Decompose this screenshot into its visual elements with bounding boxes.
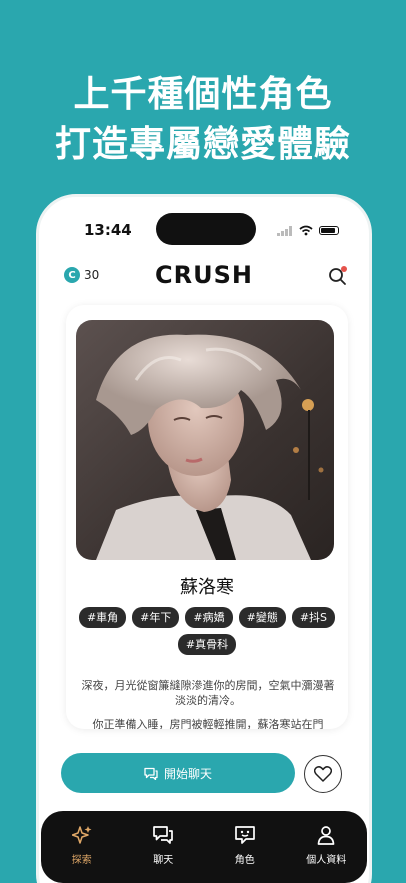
bottom-tab-bar: 探索 聊天 角色 個人資料 — [41, 811, 367, 883]
tab-profile[interactable]: 個人資料 — [296, 825, 356, 866]
tag-chip[interactable]: #年下 — [132, 607, 180, 628]
character-card[interactable]: 蘇洛寒 #車角 #年下 #病嬌 #變態 #抖S #真骨科 深夜，月光從窗簾縫隙滲… — [66, 305, 348, 729]
dynamic-island — [156, 213, 256, 245]
tab-label: 角色 — [234, 854, 255, 866]
status-icons — [277, 225, 339, 236]
status-time: 13:44 — [84, 221, 132, 239]
description-paragraph: 深夜，月光從窗簾縫隙滲進你的房間，空氣中瀰漫著淡淡的清冷。 — [81, 679, 335, 707]
promo-headline: 上千種個性角色 打造專屬戀愛體驗 — [0, 70, 406, 170]
character-description: 深夜，月光從窗簾縫隙滲進你的房間，空氣中瀰漫著淡淡的清冷。 你正準備入睡，房門被… — [80, 678, 336, 729]
tag-chip[interactable]: #抖S — [291, 607, 336, 628]
character-icon — [234, 825, 255, 844]
tab-chat[interactable]: 聊天 — [133, 825, 193, 866]
tag-list: #車角 #年下 #病嬌 #變態 #抖S #真骨科 — [74, 607, 340, 655]
tab-label: 個人資料 — [306, 854, 347, 866]
signal-icon — [277, 225, 292, 236]
tab-label: 探索 — [71, 854, 92, 866]
description-paragraph: 你正準備入睡，房門被輕輕推開，蘇洛寒站在門 — [92, 718, 324, 729]
phone-frame: 13:44 C 30 CRUSH 蘇洛寒 #車角 #年下 #病嬌 #變態 #抖S… — [36, 194, 372, 883]
tag-chip[interactable]: #真骨科 — [177, 634, 237, 655]
search-icon[interactable] — [327, 265, 349, 287]
tab-label: 聊天 — [153, 854, 174, 866]
heart-icon — [314, 766, 332, 782]
tag-chip[interactable]: #病嬌 — [185, 607, 233, 628]
tag-chip[interactable]: #變態 — [238, 607, 286, 628]
start-chat-label: 開始聊天 — [163, 766, 212, 781]
promo-line-1: 上千種個性角色 — [73, 74, 333, 115]
app-logo: CRUSH — [155, 261, 253, 289]
wifi-icon — [299, 225, 313, 236]
like-button[interactable] — [304, 755, 342, 793]
battery-icon — [319, 226, 339, 235]
tab-explore[interactable]: 探索 — [52, 825, 112, 866]
chat-bubble-icon — [144, 767, 158, 780]
app-header: C 30 CRUSH — [39, 259, 369, 293]
character-name: 蘇洛寒 — [180, 577, 234, 598]
status-bar: 13:44 — [39, 211, 369, 247]
start-chat-button[interactable]: 開始聊天 — [61, 753, 295, 793]
sparkle-icon — [71, 825, 92, 844]
tab-character[interactable]: 角色 — [215, 825, 275, 866]
character-portrait — [76, 320, 334, 560]
promo-line-2: 打造專屬戀愛體驗 — [54, 124, 351, 165]
chat-icon — [153, 825, 174, 844]
profile-icon — [317, 825, 335, 845]
tag-chip[interactable]: #車角 — [78, 607, 127, 628]
